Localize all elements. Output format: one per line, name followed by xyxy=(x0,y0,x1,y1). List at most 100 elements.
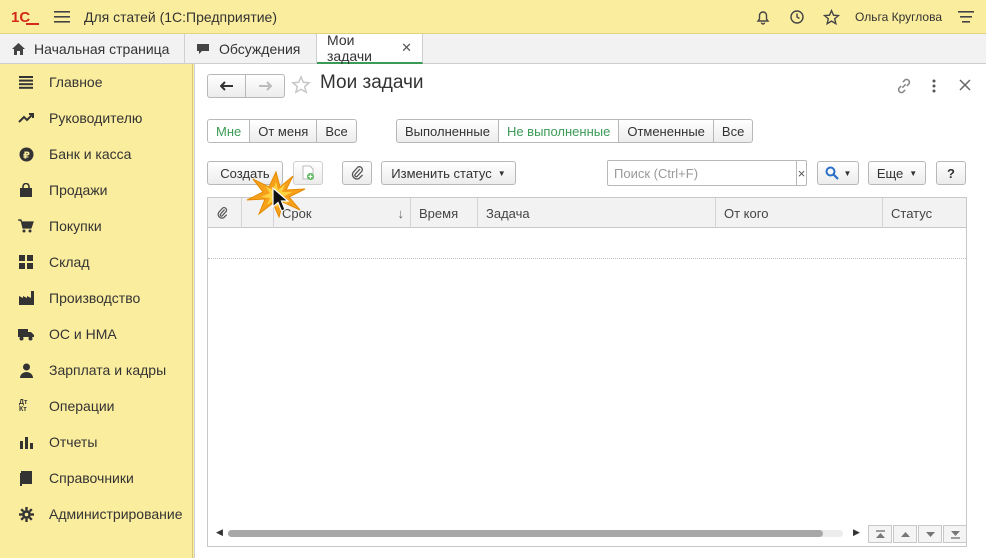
more-vert-icon[interactable] xyxy=(928,78,940,94)
sidebar-item-reports[interactable]: Отчеты xyxy=(0,424,192,460)
sidebar-item-label: Производство xyxy=(49,290,141,306)
sidebar-item-label: Отчеты xyxy=(49,434,98,450)
filter-done-button[interactable]: Выполненные xyxy=(397,120,499,142)
sidebar-item-label: Главное xyxy=(49,74,103,90)
help-button[interactable]: ? xyxy=(936,161,966,185)
sidebar-item-purchases[interactable]: Покупки xyxy=(0,208,192,244)
user-name[interactable]: Ольга Круглова xyxy=(855,10,942,24)
tab-label: Обсуждения xyxy=(219,41,301,57)
favorites-star-icon[interactable] xyxy=(821,7,841,27)
search-box: × xyxy=(607,160,807,186)
column-status[interactable]: Статус xyxy=(883,198,966,228)
dt-kt-icon: Дт Кт xyxy=(17,397,35,415)
tab-discussions[interactable]: Обсуждения xyxy=(185,34,317,64)
sidebar-item-sales[interactable]: Продажи xyxy=(0,172,192,208)
filter-me-button[interactable]: Мне xyxy=(208,120,251,142)
sidebar-item-warehouse[interactable]: Склад xyxy=(0,244,192,280)
svg-text:₽: ₽ xyxy=(23,150,30,161)
sidebar-item-operations[interactable]: Дт Кт Операции xyxy=(0,388,192,424)
table-row[interactable] xyxy=(208,229,966,259)
sidebar-item-label: Справочники xyxy=(49,470,134,486)
search-clear-button[interactable]: × xyxy=(796,161,806,185)
scroll-left-icon[interactable]: ◀ xyxy=(216,527,223,538)
prev-row-button[interactable] xyxy=(893,525,917,543)
sidebar-item-production[interactable]: Производство xyxy=(0,280,192,316)
more-button[interactable]: Еще ▼ xyxy=(868,161,926,185)
filter-all-button[interactable]: Все xyxy=(317,120,355,142)
search-options-button[interactable]: ▼ xyxy=(817,161,859,185)
column-label: Задача xyxy=(486,205,530,221)
filter-state-all-button[interactable]: Все xyxy=(714,120,752,142)
to-top-icon xyxy=(875,529,885,538)
forward-button[interactable] xyxy=(246,75,284,97)
my-tasks-form: Мои задачи Мне От меня Все Выполненные Н… xyxy=(194,64,986,558)
tab-label: Начальная страница xyxy=(34,41,170,57)
sidebar-item-main[interactable]: Главное xyxy=(0,64,192,100)
tab-my-tasks[interactable]: Мои задачи ✕ xyxy=(317,32,423,64)
scroll-right-icon[interactable]: ▶ xyxy=(853,527,860,538)
list-icon xyxy=(17,73,35,91)
arrow-left-icon xyxy=(219,81,233,91)
settings-menu-icon[interactable] xyxy=(956,7,976,27)
column-from[interactable]: От кого xyxy=(716,198,883,228)
column-time[interactable]: Время xyxy=(411,198,478,228)
sidebar-item-label: Зарплата и кадры xyxy=(49,362,167,378)
history-nav xyxy=(207,74,285,98)
dropdown-arrow-icon: ▼ xyxy=(843,168,852,178)
app-title: Для статей (1С:Предприятие) xyxy=(84,8,277,25)
form-title: Мои задачи xyxy=(320,72,424,93)
last-row-button[interactable] xyxy=(943,525,967,543)
sections-panel: Главное Руководителю ₽ Банк и касса Прод… xyxy=(0,64,193,558)
dt-kt-icon-text: Дт Кт xyxy=(19,399,28,413)
tasks-table: Срок ↓ Время Задача От кого Статус ◀ ▶ xyxy=(207,197,967,547)
next-row-button[interactable] xyxy=(918,525,942,543)
table-header: Срок ↓ Время Задача От кого Статус xyxy=(208,198,966,228)
bar-chart-icon xyxy=(17,433,35,451)
open-windows-tabs: Начальная страница Обсуждения Мои задачи… xyxy=(0,32,986,64)
tab-label: Мои задачи xyxy=(327,32,372,64)
filter-from-me-button[interactable]: От меня xyxy=(250,120,318,142)
filter-cancelled-button[interactable]: Отмененные xyxy=(619,120,714,142)
attach-button[interactable] xyxy=(342,161,372,185)
truck-icon xyxy=(17,325,35,343)
dropdown-arrow-icon: ▼ xyxy=(909,168,918,178)
gear-icon xyxy=(17,505,35,523)
search-input[interactable] xyxy=(608,161,796,185)
history-icon[interactable] xyxy=(787,7,807,27)
change-status-button[interactable]: Изменить статус ▼ xyxy=(381,161,516,185)
paperclip-icon xyxy=(351,166,363,180)
sidebar-item-label: Администрирование xyxy=(49,506,183,522)
favorite-star-icon[interactable] xyxy=(291,75,311,95)
sidebar-item-label: Операции xyxy=(49,398,115,414)
1c-logo-icon: 1С xyxy=(11,9,39,26)
main-menu-icon[interactable] xyxy=(54,10,70,24)
close-form-icon[interactable] xyxy=(959,79,971,91)
filter-state: Выполненные Не выполненные Отмененные Вс… xyxy=(396,119,754,143)
warehouse-icon xyxy=(17,253,35,271)
horizontal-scrollbar[interactable]: ◀ ▶ xyxy=(208,522,967,546)
sidebar-item-fixed-assets[interactable]: ОС и НМА xyxy=(0,316,192,352)
sidebar-item-manager[interactable]: Руководителю xyxy=(0,100,192,136)
sidebar-item-salary[interactable]: Зарплата и кадры xyxy=(0,352,192,388)
ruble-icon: ₽ xyxy=(17,145,35,163)
sidebar-item-catalogs[interactable]: Справочники xyxy=(0,460,192,496)
close-tab-icon[interactable]: ✕ xyxy=(401,40,412,56)
first-row-button[interactable] xyxy=(868,525,892,543)
tab-home[interactable]: Начальная страница xyxy=(0,34,185,64)
mouse-pointer-icon xyxy=(272,187,290,212)
factory-icon xyxy=(17,289,35,307)
scroll-thumb[interactable] xyxy=(228,530,823,537)
sidebar-item-administration[interactable]: Администрирование xyxy=(0,496,192,532)
filter-not-done-button[interactable]: Не выполненные xyxy=(498,120,620,142)
column-task[interactable]: Задача xyxy=(478,198,716,228)
sidebar-item-label: Продажи xyxy=(49,182,108,198)
back-button[interactable] xyxy=(208,75,246,97)
sidebar-item-bank[interactable]: ₽ Банк и касса xyxy=(0,136,192,172)
link-icon[interactable] xyxy=(895,77,913,95)
notifications-bell-icon[interactable] xyxy=(753,7,773,27)
triangle-up-icon xyxy=(900,531,910,537)
column-attachment[interactable] xyxy=(208,198,242,228)
sidebar-item-label: ОС и НМА xyxy=(49,326,117,342)
person-icon xyxy=(17,361,35,379)
chat-icon xyxy=(195,41,211,57)
